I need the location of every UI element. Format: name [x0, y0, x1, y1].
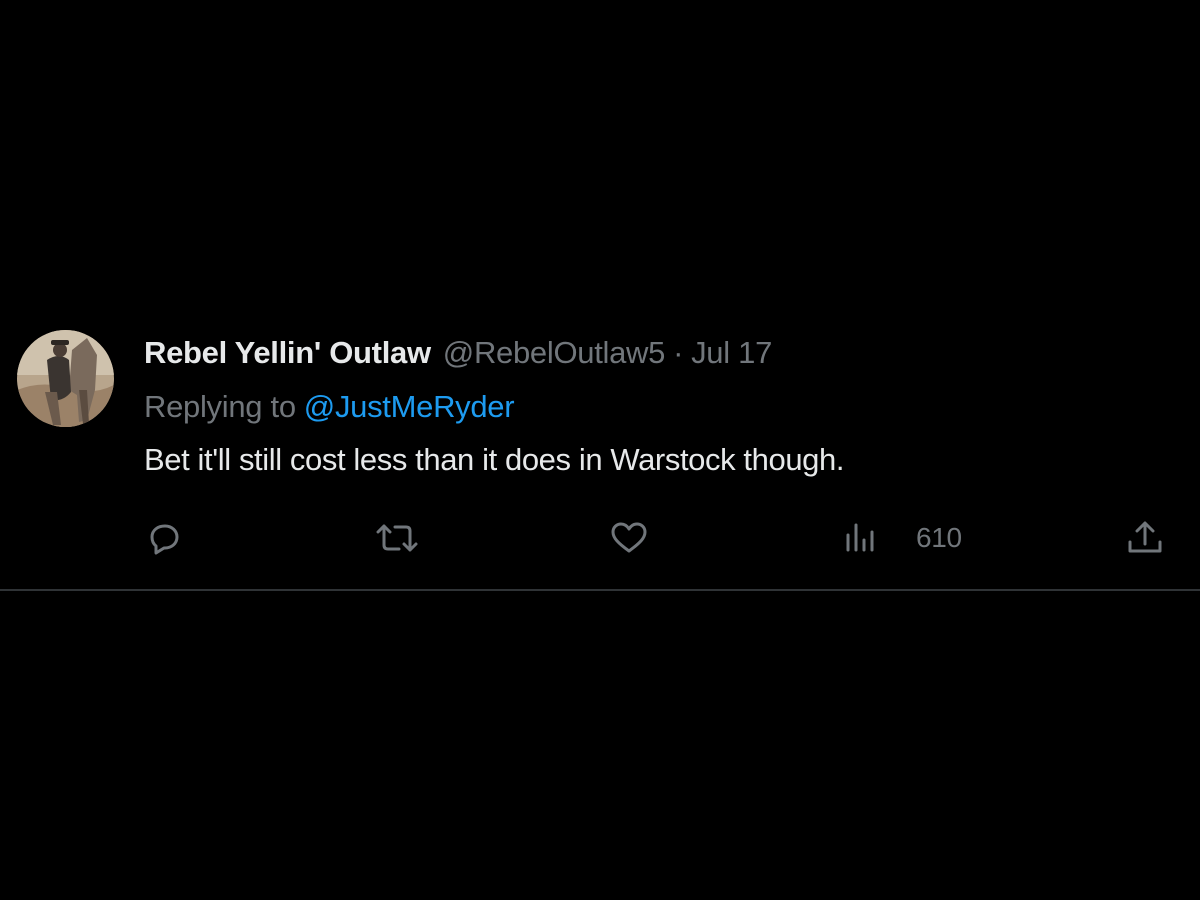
display-name[interactable]: Rebel Yellin' Outlaw: [144, 334, 431, 372]
replying-to-label: Replying to: [144, 389, 296, 424]
avatar[interactable]: [17, 330, 114, 427]
like-button[interactable]: [608, 518, 650, 558]
avatar-image: [17, 330, 114, 427]
reply-icon: [150, 524, 179, 555]
tweet-content: Rebel Yellin' Outlaw @RebelOutlaw5 · Jul…: [144, 334, 1174, 479]
replying-to: Replying to @JustMeRyder: [144, 388, 1174, 426]
replying-to-handle-link[interactable]: @JustMeRyder: [304, 389, 515, 424]
tweet[interactable]: Rebel Yellin' Outlaw @RebelOutlaw5 · Jul…: [0, 322, 1200, 592]
heart-icon: [611, 522, 647, 553]
views-count: 610: [916, 522, 962, 553]
tweet-header: Rebel Yellin' Outlaw @RebelOutlaw5 · Jul…: [144, 334, 1174, 372]
tweet-date[interactable]: Jul 17: [691, 334, 772, 372]
tweet-divider: [0, 589, 1200, 591]
retweet-icon: [376, 524, 418, 552]
share-button[interactable]: [1124, 518, 1166, 558]
views-icon: [846, 523, 874, 552]
separator-dot: ·: [673, 335, 684, 370]
retweet-button[interactable]: [372, 518, 422, 558]
share-icon: [1128, 521, 1162, 553]
tweet-actions: 610: [144, 518, 1174, 558]
tweet-text: Bet it'll still cost less than it does i…: [144, 442, 845, 477]
user-handle[interactable]: @RebelOutlaw5: [443, 334, 666, 372]
page: Rebel Yellin' Outlaw @RebelOutlaw5 · Jul…: [0, 0, 1200, 900]
reply-button[interactable]: [144, 518, 184, 558]
views-button[interactable]: 610: [842, 518, 962, 558]
